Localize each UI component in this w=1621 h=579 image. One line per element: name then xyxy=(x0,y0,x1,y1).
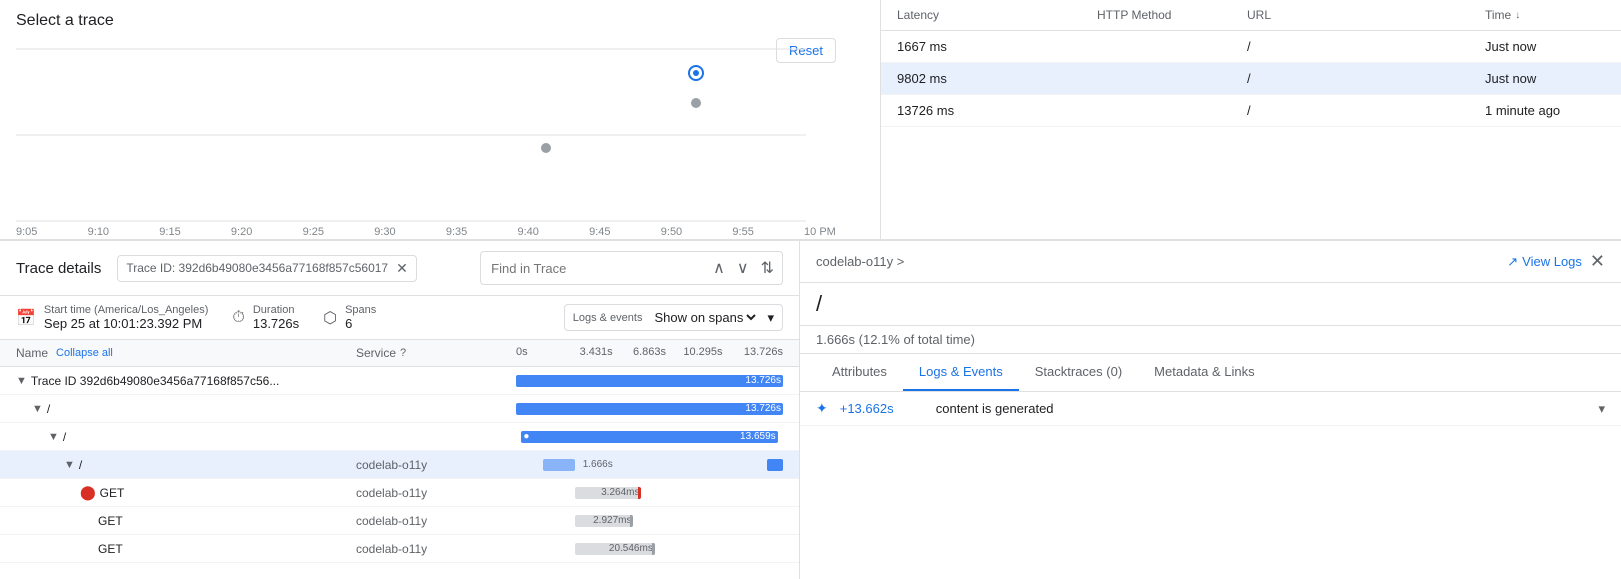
trace-id-text: Trace ID: 392d6b49080e3456a77168f857c560… xyxy=(126,261,388,275)
table-row[interactable]: 1667 ms / Just now xyxy=(881,31,1621,63)
tab-logs-events[interactable]: Logs & Events xyxy=(903,354,1019,391)
timeline-label-10pm: 10 PM xyxy=(804,226,836,238)
span-chevron-icon[interactable]: ▼ xyxy=(48,431,59,443)
spans-icon: ⬡ xyxy=(323,308,337,328)
span-row[interactable]: ▼ / codelab-o11y 1.666s xyxy=(0,451,799,479)
trace-id-field[interactable]: Trace ID: 392d6b49080e3456a77168f857c560… xyxy=(117,255,417,282)
table-header: Latency HTTP Method URL Time ↓ xyxy=(881,0,1621,31)
timeline-label-935: 9:35 xyxy=(446,226,467,238)
detail-breadcrumb: codelab-o11y > xyxy=(816,254,904,269)
timeline-label-905: 9:05 xyxy=(16,226,37,238)
view-logs-button[interactable]: ↗ View Logs xyxy=(1507,254,1582,270)
tab-attributes[interactable]: Attributes xyxy=(816,354,903,391)
tab-stacktraces[interactable]: Stacktraces (0) xyxy=(1019,354,1138,391)
timeline-label-920: 9:20 xyxy=(231,226,252,238)
name-col-label: Name xyxy=(16,346,48,360)
event-star-icon: ✦ xyxy=(816,400,828,417)
detail-content: ✦ +13.662s content is generated ▾ xyxy=(800,392,1621,579)
timeline-label-945: 9:45 xyxy=(589,226,610,238)
event-label: content is generated xyxy=(936,401,1599,416)
spans-timeline-header: 0s 3.431s 6.863s 10.295s 13.726s xyxy=(516,346,783,360)
detail-tabs: Attributes Logs & Events Stacktraces (0)… xyxy=(800,354,1621,392)
find-in-trace-input[interactable] xyxy=(485,257,705,280)
timeline-label-910: 9:10 xyxy=(88,226,109,238)
close-detail-button[interactable]: ✕ xyxy=(1590,251,1605,272)
span-chevron-icon[interactable]: ▼ xyxy=(32,403,43,415)
tab-metadata-links[interactable]: Metadata & Links xyxy=(1138,354,1270,391)
event-time: +13.662s xyxy=(840,401,920,416)
logs-events-selector[interactable]: Logs & events Show on spans ▾ xyxy=(564,304,783,331)
detail-timing: 1.666s (12.1% of total time) xyxy=(800,326,1621,354)
find-expand-button[interactable]: ⇅ xyxy=(757,254,778,282)
span-row[interactable]: ▼ Trace ID 392d6b49080e3456a77168f857c56… xyxy=(0,367,799,395)
page-title: Select a trace xyxy=(16,12,864,30)
start-time-meta: 📅 Start time (America/Los_Angeles) Sep 2… xyxy=(16,304,208,331)
trace-details-title: Trace details xyxy=(16,260,101,277)
timeline-label-955: 9:55 xyxy=(732,226,753,238)
event-expand-icon[interactable]: ▾ xyxy=(1598,401,1605,417)
trace-detail-panel: codelab-o11y > ↗ View Logs ✕ / 1.666s (1… xyxy=(800,241,1621,579)
timeline-label-925: 9:25 xyxy=(303,226,324,238)
spans-meta: ⬡ Spans 6 xyxy=(323,304,376,331)
span-row[interactable]: GET codelab-o11y 20.546ms xyxy=(0,535,799,563)
detail-header: codelab-o11y > ↗ View Logs ✕ xyxy=(800,241,1621,283)
span-row[interactable]: GET codelab-o11y 2.927ms xyxy=(0,507,799,535)
timeline-label-930: 9:30 xyxy=(374,226,395,238)
table-row[interactable]: 13726 ms / 1 minute ago xyxy=(881,95,1621,127)
spans-header: Name Collapse all Service ? 0s 3.431s 6.… xyxy=(0,340,799,367)
service-help-icon: ? xyxy=(400,347,406,359)
col-method: HTTP Method xyxy=(1097,8,1247,22)
col-latency[interactable]: Latency xyxy=(897,8,1097,22)
find-in-trace-section: ∧ ∨ ⇅ xyxy=(480,251,783,285)
timeline-label-940: 9:40 xyxy=(517,226,538,238)
calendar-icon: 📅 xyxy=(16,308,36,328)
span-chevron-icon[interactable]: ▼ xyxy=(16,375,27,387)
service-col-label: Service xyxy=(356,346,396,360)
event-row[interactable]: ✦ +13.662s content is generated ▾ xyxy=(800,392,1621,426)
dropdown-chevron-icon: ▾ xyxy=(767,310,774,326)
logs-events-label: Logs & events xyxy=(573,312,643,324)
error-icon: ⬤ xyxy=(80,484,96,501)
col-url: URL xyxy=(1247,8,1485,22)
find-next-button[interactable]: ∨ xyxy=(733,254,753,282)
span-row[interactable]: ▼ / ● 13.659s xyxy=(0,423,799,451)
trace-meta: 📅 Start time (America/Los_Angeles) Sep 2… xyxy=(0,296,799,340)
span-row[interactable]: ▼ / 13.726s xyxy=(0,395,799,423)
span-row[interactable]: ⬤ GET codelab-o11y 3.264ms xyxy=(0,479,799,507)
table-row[interactable]: 9802 ms / Just now xyxy=(881,63,1621,95)
timeline-label-915: 9:15 xyxy=(159,226,180,238)
duration-meta: ⏱ Duration 13.726s xyxy=(232,304,299,331)
spans-list: ▼ Trace ID 392d6b49080e3456a77168f857c56… xyxy=(0,367,799,579)
clock-icon: ⏱ xyxy=(232,309,244,327)
external-link-icon: ↗ xyxy=(1507,254,1518,270)
detail-actions: ↗ View Logs ✕ xyxy=(1507,251,1605,272)
detail-path: / xyxy=(800,283,1621,326)
close-trace-id-icon[interactable]: ✕ xyxy=(396,260,408,277)
find-prev-button[interactable]: ∧ xyxy=(709,254,729,282)
span-chevron-icon[interactable]: ▼ xyxy=(64,459,75,471)
logs-events-dropdown[interactable]: Show on spans xyxy=(650,309,759,326)
collapse-all-button[interactable]: Collapse all xyxy=(56,347,113,359)
col-time[interactable]: Time ↓ xyxy=(1485,8,1605,22)
timeline-label-950: 9:50 xyxy=(661,226,682,238)
